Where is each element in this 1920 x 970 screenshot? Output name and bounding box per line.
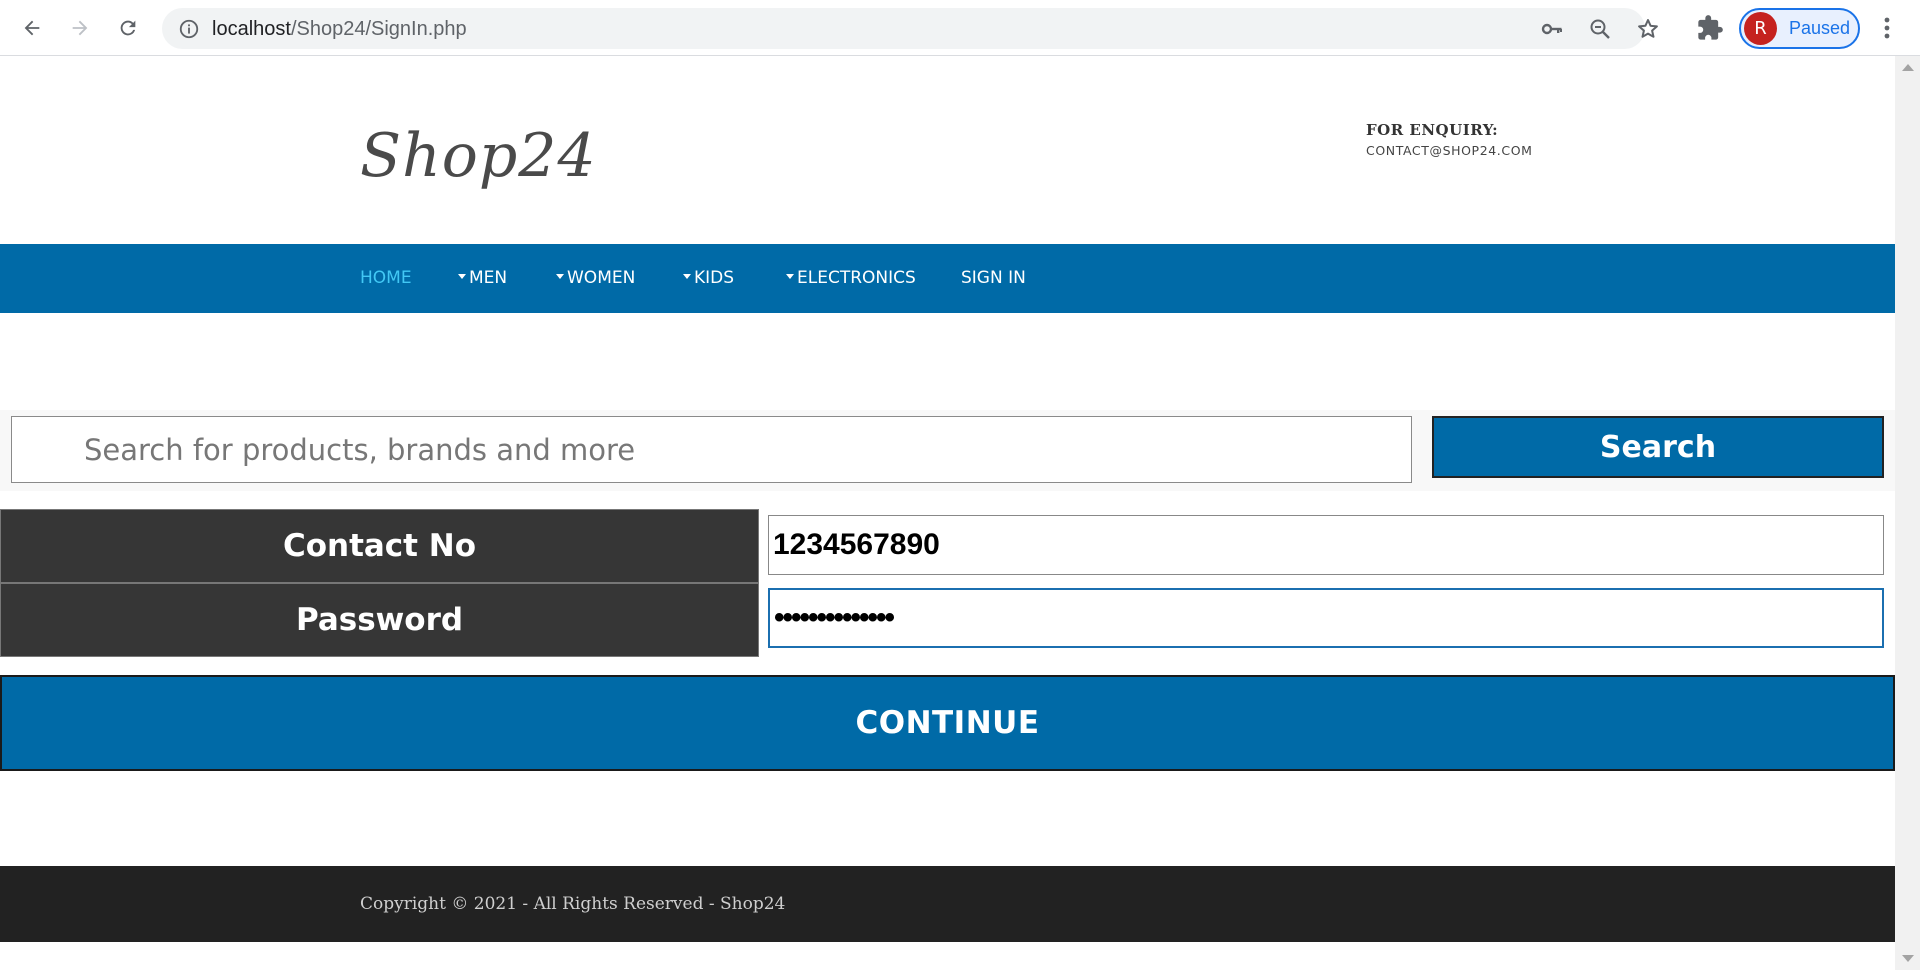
forward-arrow-icon <box>72 20 88 36</box>
nav-item-label: HOME <box>360 268 412 288</box>
key-icon[interactable] <box>1539 16 1565 42</box>
search-button[interactable]: Search <box>1432 416 1884 478</box>
contact-row: Contact No <box>0 509 1895 583</box>
nav-item-men[interactable]: MEN <box>458 268 507 288</box>
info-icon[interactable] <box>178 18 200 40</box>
address-bar[interactable]: localhost/Shop24/SignIn.php <box>162 8 1658 49</box>
zoom-out-icon[interactable] <box>1587 16 1613 42</box>
nav-item-label: KIDS <box>694 268 735 288</box>
contact-label: Contact No <box>0 509 759 583</box>
page-scrollbar[interactable] <box>1895 56 1920 970</box>
scroll-down-arrow-icon[interactable] <box>1902 955 1914 962</box>
scroll-up-arrow-icon[interactable] <box>1902 64 1914 71</box>
main-navigation: HOME MEN WOMEN KIDS ELECTRONICS SIGN IN <box>0 244 1895 313</box>
nav-item-label: ELECTRONICS <box>797 268 916 288</box>
search-input[interactable] <box>11 416 1412 483</box>
back-button[interactable] <box>14 10 50 46</box>
continue-button[interactable]: CONTINUE <box>0 675 1895 771</box>
password-row: Password <box>0 583 1895 657</box>
star-icon[interactable] <box>1635 16 1661 42</box>
reload-button[interactable] <box>110 10 146 46</box>
profile-status: Paused <box>1789 18 1851 38</box>
caret-down-icon <box>683 274 691 279</box>
nav-item-electronics[interactable]: ELECTRONICS <box>786 268 916 288</box>
caret-down-icon <box>556 274 564 279</box>
caret-down-icon <box>786 274 794 279</box>
password-label: Password <box>0 583 759 657</box>
profile-button[interactable]: R Paused <box>1739 8 1860 49</box>
contact-number-field[interactable] <box>768 515 1884 575</box>
nav-item-label: SIGN IN <box>961 268 1026 288</box>
extensions-icon[interactable] <box>1696 14 1724 42</box>
site-logo[interactable]: Shop24 <box>360 121 597 191</box>
url-text[interactable]: localhost/Shop24/SignIn.php <box>212 18 467 41</box>
url-host: localhost <box>212 18 291 40</box>
nav-item-label: WOMEN <box>567 268 636 288</box>
nav-item-home[interactable]: HOME <box>360 268 412 288</box>
avatar: R <box>1744 12 1777 45</box>
browser-toolbar: localhost/Shop24/SignIn.php R Paused <box>0 0 1920 56</box>
back-arrow-icon <box>24 20 40 36</box>
page-content: Shop24 FOR ENQUIRY: CONTACT@SHOP24.COM H… <box>0 57 1895 970</box>
nav-item-kids[interactable]: KIDS <box>683 268 734 288</box>
nav-item-women[interactable]: WOMEN <box>556 268 635 288</box>
password-field[interactable] <box>768 588 1884 648</box>
forward-button[interactable] <box>62 10 98 46</box>
enquiry-label: FOR ENQUIRY: <box>1366 121 1499 139</box>
nav-item-sign-in[interactable]: SIGN IN <box>961 268 1026 288</box>
search-bar: Search <box>0 410 1895 491</box>
copyright-text: Copyright © 2021 - All Rights Reserved -… <box>360 894 786 914</box>
caret-down-icon <box>458 274 466 279</box>
url-path: /Shop24/SignIn.php <box>290 18 467 40</box>
reload-icon <box>120 20 136 36</box>
footer: Copyright © 2021 - All Rights Reserved -… <box>0 866 1895 942</box>
enquiry-email[interactable]: CONTACT@SHOP24.COM <box>1366 143 1533 158</box>
more-vert-icon[interactable] <box>1877 14 1897 42</box>
nav-item-label: MEN <box>469 268 508 288</box>
